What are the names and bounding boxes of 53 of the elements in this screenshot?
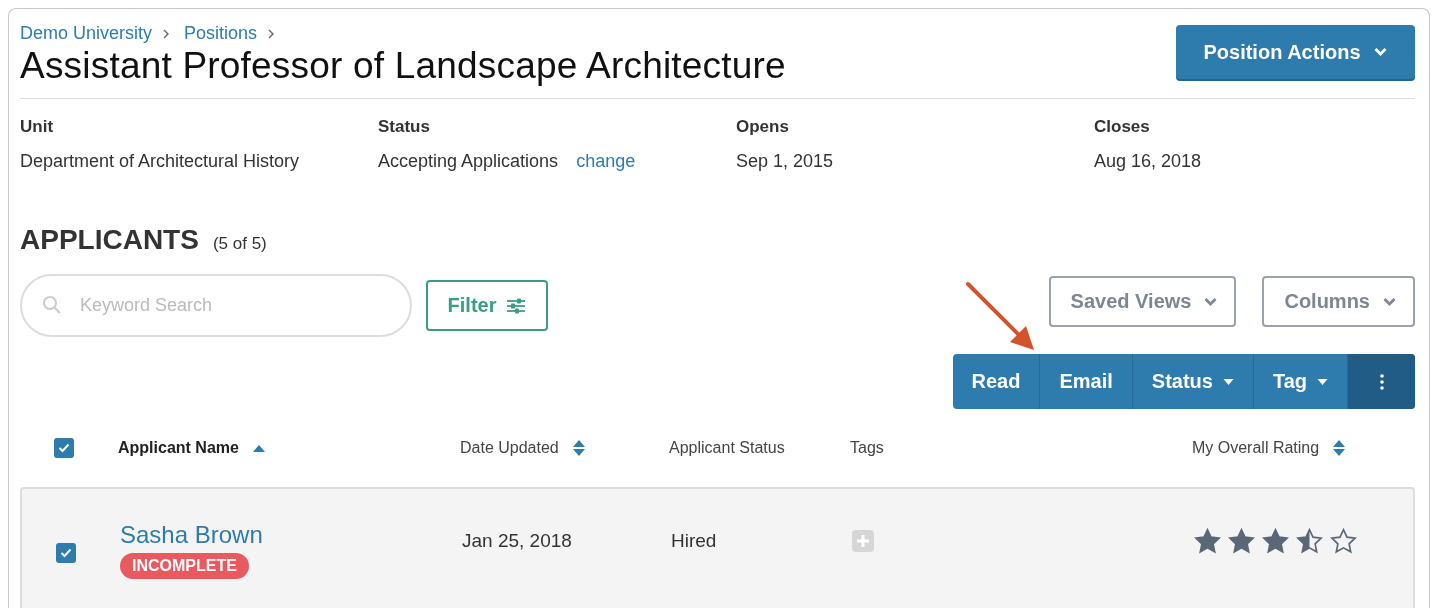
star-icon[interactable]: [1194, 528, 1221, 554]
field-label: Unit: [20, 117, 55, 137]
chevron-down-icon: [1382, 296, 1397, 307]
bulk-action-button[interactable]: Read: [952, 354, 1041, 409]
applicant-count: (5 of 5): [212, 234, 267, 254]
sort-ascending-icon[interactable]: [252, 444, 265, 452]
checkbox[interactable]: [54, 438, 74, 458]
table-row[interactable]: Sasha Brown INCOMPLETE Jan 25, 2018 Hired: [20, 487, 1415, 608]
column-header[interactable]: My Overall Rating: [1192, 439, 1346, 457]
half-star-icon[interactable]: [1296, 528, 1323, 554]
check-icon: [60, 548, 72, 558]
caret-down-icon: [1317, 378, 1328, 385]
field-label: Opens: [736, 117, 790, 137]
sort-icon[interactable]: [1333, 440, 1346, 456]
star-icon[interactable]: [1262, 528, 1289, 554]
caret-down-icon: [1222, 378, 1234, 385]
position-actions-button[interactable]: Position Actions: [1176, 25, 1415, 79]
chevron-down-icon: [1203, 296, 1219, 307]
more-icon: [1379, 373, 1384, 390]
search-field[interactable]: Keyword Search: [20, 274, 412, 337]
table-cell: Jan 25, 2018: [462, 530, 572, 552]
field-value: Sep 1, 2015: [736, 151, 834, 172]
bulk-action-dropdown[interactable]: Status: [1132, 354, 1254, 409]
star-icon[interactable]: [1228, 528, 1255, 554]
change-link[interactable]: change: [576, 151, 636, 172]
table-cell: Hired: [671, 530, 717, 552]
dropdown-button[interactable]: Saved Views: [1048, 276, 1237, 327]
filter-button[interactable]: Filter: [426, 280, 548, 331]
breadcrumb-link[interactable]: Positions: [184, 23, 258, 44]
chevron-right-icon: [162, 28, 171, 39]
status-badge: INCOMPLETE: [120, 553, 249, 579]
column-header[interactable]: Applicant Name: [118, 439, 265, 457]
breadcrumb-link[interactable]: Demo University: [20, 23, 153, 44]
field-value: Department of Architectural History: [20, 151, 300, 172]
field-label: Closes: [1094, 117, 1151, 137]
page-title: Assistant Professor of Landscape Architecture: [20, 44, 786, 88]
empty-star-icon[interactable]: [1330, 528, 1357, 554]
column-header[interactable]: Tags: [850, 439, 884, 457]
field-value: Aug 16, 2018: [1094, 151, 1202, 172]
applicant-name-link[interactable]: Sasha Brown: [120, 521, 263, 549]
field-label: Status: [378, 117, 431, 137]
section-heading: APPLICANTS: [20, 224, 199, 256]
chevron-right-icon: [267, 28, 276, 39]
dropdown-button[interactable]: Columns: [1262, 276, 1415, 327]
bulk-action-button[interactable]: Email: [1040, 354, 1133, 409]
chevron-down-icon: [1372, 47, 1388, 57]
sliders-icon: [506, 297, 527, 314]
column-header[interactable]: Applicant Status: [669, 439, 785, 457]
field-value: Accepting Applications: [378, 151, 559, 172]
check-icon: [58, 443, 70, 453]
column-header[interactable]: Date Updated: [460, 439, 585, 457]
checkbox[interactable]: [56, 543, 76, 563]
sort-icon[interactable]: [572, 440, 585, 456]
